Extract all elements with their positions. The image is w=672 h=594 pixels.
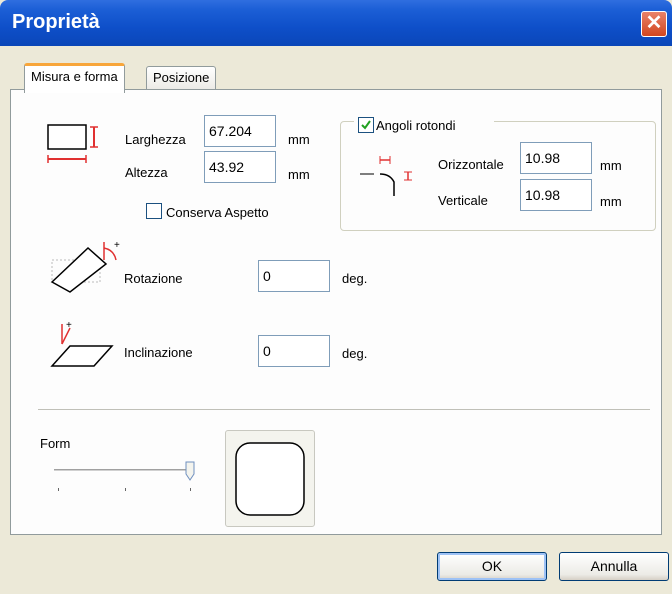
tab-posizione[interactable]: Posizione [146,66,217,89]
corner-radius-icon [360,156,412,196]
horizontal-input[interactable]: 10.98 [520,142,592,174]
form-slider[interactable] [50,458,200,494]
width-label: Larghezza [125,132,186,147]
vertical-label: Verticale [438,193,488,208]
height-unit: mm [288,167,310,182]
svg-text:+: + [114,240,120,251]
rotation-input[interactable]: 0 [258,260,330,292]
width-unit: mm [288,132,310,147]
tab-misura-e-forma[interactable]: Misura e forma [24,63,125,93]
rotation-label: Rotazione [124,271,183,286]
ok-button[interactable]: OK [437,552,547,581]
keep-aspect-checkbox[interactable] [146,203,162,219]
cancel-button[interactable]: Annulla [559,552,669,581]
skew-icon: + [50,320,114,367]
vertical-input[interactable]: 10.98 [520,179,592,211]
rounded-corners-label[interactable]: Angoli rotondi [376,118,456,133]
separator [38,409,650,410]
close-button[interactable]: ✕ [641,11,667,37]
vertical-unit: mm [600,194,622,209]
skew-unit: deg. [342,346,368,361]
horizontal-unit: mm [600,158,622,173]
svg-text:+: + [66,320,72,331]
height-input[interactable]: 43.92 [204,151,276,183]
window-title: Proprietà [12,11,100,33]
height-label: Altezza [125,165,168,180]
shape-preview [225,430,315,527]
rotation-unit: deg. [342,271,368,286]
title-bar: Proprietà ✕ [0,0,672,46]
close-icon: ✕ [645,12,663,34]
skew-input[interactable]: 0 [258,335,330,367]
rounded-corners-checkbox[interactable] [358,117,374,133]
size-icon [47,124,98,163]
keep-aspect-label[interactable]: Conserva Aspetto [166,205,269,220]
rotation-icon: + [50,240,120,293]
width-input[interactable]: 67.204 [204,115,276,147]
form-label: Form [40,436,71,451]
horizontal-label: Orizzontale [438,157,504,172]
rounded-rect-preview-icon [235,442,305,516]
skew-label: Inclinazione [124,345,193,360]
checkmark-icon [361,120,371,130]
